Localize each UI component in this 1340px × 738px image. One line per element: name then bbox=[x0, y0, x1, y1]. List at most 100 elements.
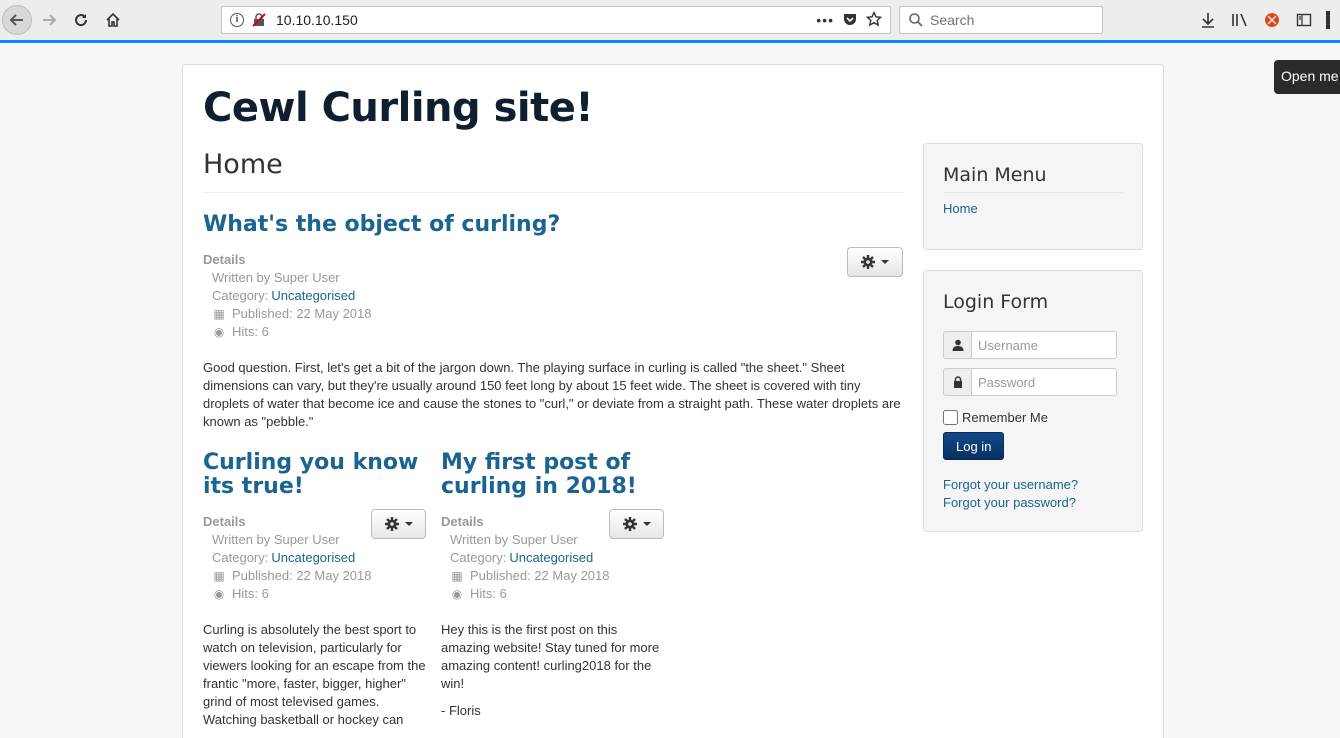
article-column-2: My first post of curling in 2018! Detail… bbox=[441, 451, 664, 720]
search-bar[interactable] bbox=[899, 6, 1103, 34]
category-label: Category: bbox=[212, 550, 269, 565]
insecure-lock-icon[interactable] bbox=[252, 13, 266, 27]
password-field bbox=[943, 368, 1123, 396]
back-button[interactable] bbox=[2, 5, 32, 35]
gear-icon bbox=[622, 517, 637, 531]
menu-edge[interactable] bbox=[1326, 11, 1330, 29]
url-bar[interactable]: i 10.10.10.150 ••• bbox=[221, 6, 891, 34]
article-title: Curling you know its true! bbox=[203, 451, 426, 499]
extension-icon[interactable] bbox=[1262, 10, 1282, 30]
lock-icon bbox=[943, 368, 971, 396]
article-featured: What's the object of curling? Details Wr… bbox=[203, 213, 903, 431]
published-date: ▦ Published: 22 May 2018 bbox=[441, 567, 664, 585]
category: Category: Uncategorised bbox=[441, 549, 664, 567]
username-field bbox=[943, 331, 1123, 359]
category-link[interactable]: Uncategorised bbox=[509, 549, 593, 567]
article-title-link[interactable]: My first post of curling in 2018! bbox=[441, 450, 637, 499]
page-actions-icon[interactable]: ••• bbox=[816, 12, 834, 28]
calendar-icon: ▦ bbox=[451, 569, 463, 583]
details-label: Details bbox=[203, 252, 246, 267]
chevron-down-icon bbox=[404, 522, 413, 526]
eye-icon: ◉ bbox=[213, 325, 225, 339]
main-menu-module: Main Menu Home bbox=[923, 143, 1143, 250]
category-label: Category: bbox=[450, 550, 507, 565]
bookmark-star-icon[interactable] bbox=[865, 10, 883, 30]
info-icon[interactable]: i bbox=[230, 13, 244, 27]
eye-icon: ◉ bbox=[451, 587, 463, 601]
remember-me[interactable]: Remember Me bbox=[943, 410, 1123, 425]
login-form-title: Login Form bbox=[943, 291, 1049, 313]
login-form-module: Login Form Remember Me Log in Forgot you… bbox=[923, 270, 1143, 532]
search-icon bbox=[909, 13, 923, 27]
arrow-right-icon bbox=[43, 14, 57, 26]
main-menu-title: Main Menu bbox=[943, 164, 1123, 193]
gear-icon bbox=[384, 517, 399, 531]
page-container: Cewl Curling site! Home What's the objec… bbox=[182, 64, 1164, 738]
user-icon bbox=[943, 331, 971, 359]
hits-text: Hits: 6 bbox=[470, 586, 507, 601]
article-body: Good question. First, let's get a bit of… bbox=[203, 360, 901, 429]
article-title-link[interactable]: What's the object of curling? bbox=[203, 212, 560, 237]
username-input[interactable] bbox=[971, 331, 1117, 359]
eye-icon: ◉ bbox=[213, 587, 225, 601]
calendar-icon: ▦ bbox=[213, 307, 225, 321]
download-icon[interactable] bbox=[1198, 10, 1218, 30]
article-title: My first post of curling in 2018! bbox=[441, 451, 664, 499]
reload-button[interactable] bbox=[67, 6, 95, 34]
sidebar-toggle-icon[interactable] bbox=[1294, 10, 1314, 30]
tab-accent-line bbox=[0, 40, 1340, 43]
article-tools-button[interactable] bbox=[371, 509, 426, 539]
article-details: Details Written by Super User Category: U… bbox=[203, 251, 903, 341]
article-columns: Curling you know its true! Details Writt… bbox=[203, 451, 903, 738]
hits: ◉ Hits: 6 bbox=[203, 323, 903, 341]
article-title: What's the object of curling? bbox=[203, 213, 903, 237]
main-content: Home What's the object of curling? Detai… bbox=[203, 149, 903, 738]
hits: ◉ Hits: 6 bbox=[441, 585, 664, 603]
forgot-username-link[interactable]: Forgot your username? bbox=[943, 477, 1078, 492]
forgot-password-link[interactable]: Forgot your password? bbox=[943, 495, 1076, 510]
published-text: Published: 22 May 2018 bbox=[470, 568, 610, 583]
login-button[interactable]: Log in bbox=[943, 432, 1005, 460]
remember-me-checkbox[interactable] bbox=[943, 410, 958, 425]
menu-item-home[interactable]: Home bbox=[943, 201, 978, 216]
chevron-down-icon bbox=[642, 522, 651, 526]
published-date: ▦ Published: 22 May 2018 bbox=[203, 305, 903, 323]
forgot-links: Forgot your username? Forgot your passwo… bbox=[943, 476, 1123, 512]
article-column-1: Curling you know its true! Details Writt… bbox=[203, 451, 426, 729]
home-icon bbox=[106, 12, 120, 27]
article-tools-button[interactable] bbox=[847, 247, 903, 277]
page-heading: Home bbox=[203, 149, 903, 193]
category: Category: Uncategorised bbox=[203, 549, 426, 567]
calendar-icon: ▦ bbox=[213, 569, 225, 583]
library-icon[interactable] bbox=[1230, 10, 1250, 30]
search-input[interactable] bbox=[930, 12, 1090, 28]
site-title[interactable]: Cewl Curling site! bbox=[203, 85, 594, 131]
menu-tooltip: Open me bbox=[1274, 60, 1340, 94]
article-title-link[interactable]: Curling you know its true! bbox=[203, 450, 418, 499]
home-button[interactable] bbox=[99, 6, 127, 34]
author: Written by Super User bbox=[212, 270, 340, 285]
published-text: Published: 22 May 2018 bbox=[232, 306, 372, 321]
arrow-left-icon bbox=[9, 14, 23, 26]
category-label: Category: bbox=[212, 288, 269, 303]
category: Category: Uncategorised bbox=[203, 287, 903, 305]
gear-icon bbox=[861, 255, 875, 269]
remember-me-label: Remember Me bbox=[962, 410, 1048, 425]
category-link[interactable]: Uncategorised bbox=[271, 287, 355, 305]
chevron-down-icon bbox=[881, 260, 889, 264]
password-input[interactable] bbox=[971, 368, 1117, 396]
article-body: Hey this is the first post on this amazi… bbox=[441, 622, 660, 691]
url-text[interactable]: 10.10.10.150 bbox=[276, 12, 816, 28]
published-text: Published: 22 May 2018 bbox=[232, 568, 372, 583]
pocket-icon[interactable] bbox=[842, 11, 858, 30]
hits-text: Hits: 6 bbox=[232, 324, 269, 339]
article-body: Curling is absolutely the best sport to … bbox=[203, 622, 426, 727]
hits-text: Hits: 6 bbox=[232, 586, 269, 601]
article-signature: - Floris bbox=[441, 703, 481, 718]
published-date: ▦ Published: 22 May 2018 bbox=[203, 567, 426, 585]
category-link[interactable]: Uncategorised bbox=[271, 549, 355, 567]
article-tools-button[interactable] bbox=[609, 509, 664, 539]
reload-icon bbox=[75, 14, 88, 27]
browser-toolbar: i 10.10.10.150 ••• bbox=[0, 0, 1340, 41]
forward-button[interactable] bbox=[35, 6, 63, 34]
